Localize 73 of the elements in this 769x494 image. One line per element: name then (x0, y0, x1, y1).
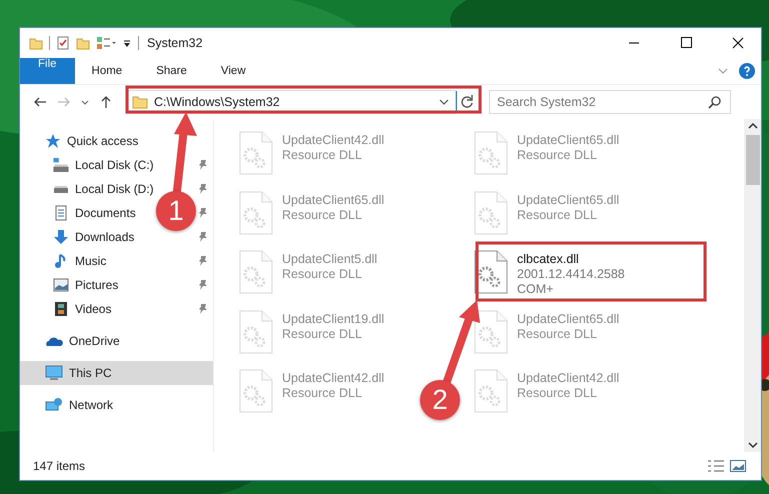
large-icons-view-icon[interactable] (729, 459, 747, 473)
star-icon (45, 133, 61, 149)
file-detail: Resource DLL (282, 267, 363, 282)
gear-file-icon (238, 131, 274, 175)
picture-icon (53, 277, 69, 293)
sidebar-item[interactable]: Local Disk (C:) (20, 153, 164, 177)
file-name: UpdateClient65.dll (517, 192, 620, 208)
file-name: UpdateClient19.dll (282, 312, 384, 326)
file-name: UpdateClient65.dll (282, 192, 384, 208)
file-name: clbcatex.dll (517, 252, 580, 267)
file-name: UpdateClient42.dll (282, 133, 384, 148)
sidebar-item[interactable]: Pictures (20, 273, 128, 297)
file-name: UpdateClient42.dll (282, 371, 384, 386)
network-icon (45, 397, 63, 413)
pin-icon[interactable] (198, 279, 208, 291)
file-detail: Resource DLL (517, 326, 598, 342)
search-field[interactable]: Search System32 (489, 90, 731, 114)
gear-file-icon (238, 310, 274, 354)
gear-file-icon (238, 250, 274, 294)
file-detail: Resource DLL (282, 148, 363, 163)
sidebar-item[interactable]: This PC (20, 361, 213, 385)
sidebar-item[interactable]: Music (20, 249, 116, 273)
file-detail: Resource DLL (282, 326, 363, 342)
document-icon (53, 205, 69, 221)
gear-file-icon (473, 369, 509, 413)
pin-icon[interactable] (198, 303, 208, 315)
window-title: System32 (147, 36, 203, 50)
gear-file-icon (473, 190, 509, 234)
file-detail: Resource DLL (282, 386, 363, 401)
scrollbar-thumb[interactable] (746, 135, 760, 185)
file-detail: COM+ (517, 282, 554, 297)
scrollbar[interactable] (744, 119, 761, 452)
pin-icon[interactable] (198, 207, 208, 219)
file-name: UpdateClient5.dll (282, 252, 378, 267)
cloud-icon (45, 335, 63, 347)
pin-icon[interactable] (198, 183, 208, 195)
file-item[interactable]: clbcatex.dll 2001.12.4414.2588 COM+ (471, 248, 625, 308)
file-name: UpdateClient42.dll (517, 371, 620, 386)
sidebar-item[interactable]: Network (20, 393, 213, 417)
view-icon[interactable] (96, 36, 116, 50)
file-detail: 2001.12.4414.2588 (517, 267, 625, 282)
sidebar-item[interactable]: Quick access (20, 129, 213, 153)
help-icon[interactable] (739, 63, 755, 79)
gear-file-icon (473, 131, 509, 175)
folder-icon (132, 94, 148, 110)
file-name: UpdateClient65.dll (517, 133, 620, 148)
address-field[interactable]: C:\Windows\System32 (126, 90, 456, 114)
properties-icon[interactable] (56, 36, 70, 50)
download-icon (53, 229, 69, 245)
drive-icon (53, 186, 69, 192)
file-detail: Resource DLL (517, 386, 598, 401)
gear-file-icon (473, 250, 509, 294)
ribbon-tab[interactable]: File (20, 58, 75, 84)
monitor-icon (45, 365, 63, 381)
details-view-icon[interactable] (707, 459, 725, 473)
search-icon (708, 95, 722, 109)
sidebar-item[interactable]: OneDrive (20, 329, 213, 353)
item-count: 147 items (33, 459, 86, 473)
pin-icon[interactable] (198, 231, 208, 243)
drive-icon (53, 158, 69, 172)
sidebar-item[interactable]: Documents (20, 201, 146, 225)
pin-icon[interactable] (198, 255, 208, 267)
pin-icon[interactable] (198, 159, 208, 171)
file-detail: Resource DLL (282, 208, 363, 222)
file-name: UpdateClient65.dll (517, 312, 620, 326)
gear-file-icon (238, 369, 274, 413)
sidebar-item[interactable]: Videos (20, 297, 122, 321)
file-detail: Resource DLL (517, 208, 598, 222)
sidebar-item[interactable]: Downloads (20, 225, 144, 249)
film-icon (53, 301, 69, 317)
gear-file-icon (238, 190, 274, 234)
file-detail: Resource DLL (517, 148, 598, 163)
gear-file-icon (473, 310, 509, 354)
